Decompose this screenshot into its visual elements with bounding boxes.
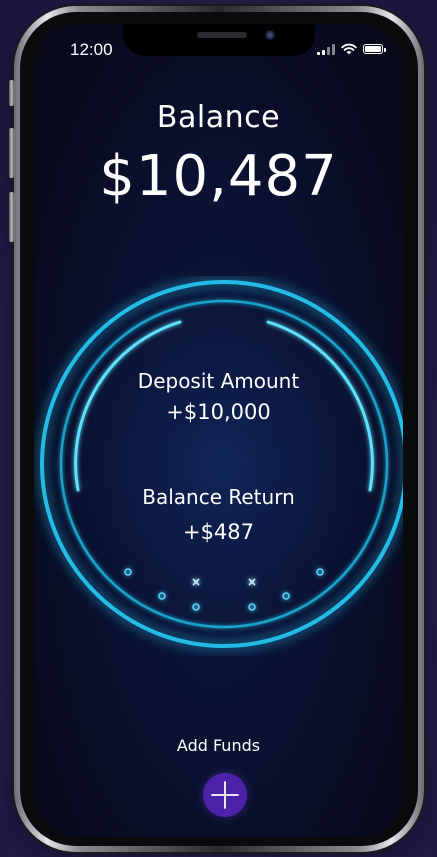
signal-icon xyxy=(317,43,335,55)
volume-down-button xyxy=(9,192,14,242)
balance-ring xyxy=(34,276,403,654)
app-screen: 12:00 Balance $10,487 Deposit Amount +$1… xyxy=(34,24,403,837)
mute-switch xyxy=(9,80,14,106)
deposit-label: Deposit Amount xyxy=(137,369,300,393)
add-funds-button[interactable] xyxy=(203,773,247,817)
balance-label: Balance xyxy=(156,100,281,135)
front-camera xyxy=(265,30,275,40)
speaker xyxy=(197,32,247,38)
status-time: 12:00 xyxy=(70,40,113,59)
add-funds-label: Add Funds xyxy=(176,736,261,755)
return-label: Balance Return xyxy=(142,485,295,509)
balance-value: $10,487 xyxy=(99,144,338,209)
battery-icon xyxy=(363,44,386,54)
deposit-value: +$10,000 xyxy=(166,400,271,424)
status-icons xyxy=(317,43,386,55)
volume-up-button xyxy=(9,128,14,178)
notch xyxy=(123,24,315,56)
plus-icon xyxy=(211,781,239,809)
return-value: +$487 xyxy=(182,520,255,544)
wifi-icon xyxy=(341,43,357,55)
